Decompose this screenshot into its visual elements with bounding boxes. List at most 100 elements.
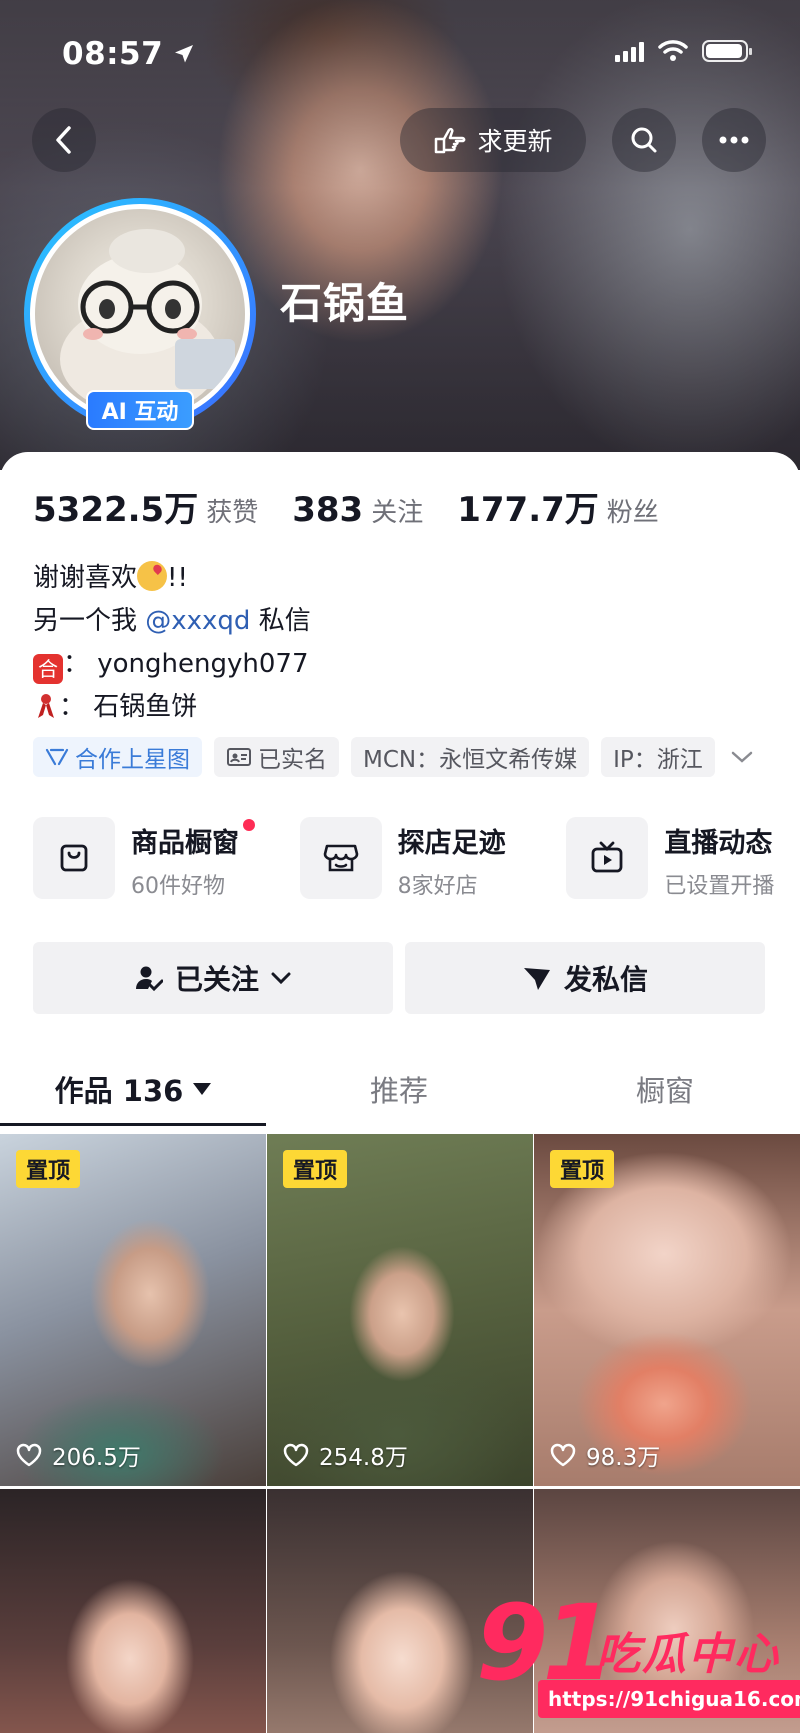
status-indicators <box>615 40 752 62</box>
profile-nickname: 石锅鱼 <box>280 279 410 328</box>
tab-showcase[interactable]: 橱窗 <box>532 1052 798 1126</box>
tab-works[interactable]: 作品 136 <box>0 1052 266 1126</box>
ip-location-tag: IP：浙江 <box>601 737 715 777</box>
store-visit-entry[interactable]: 探店足迹 8家好店 <box>299 817 567 900</box>
tab-works-label: 作品 136 <box>54 1074 184 1108</box>
expand-tags-button[interactable] <box>727 742 757 772</box>
service-text: 直播动态 已设置开播 <box>664 817 774 900</box>
store-visit-title: 探店足迹 <box>397 828 506 859</box>
location-arrow-icon <box>175 45 193 63</box>
followed-button[interactable]: 已关注 <box>33 942 393 1014</box>
profile-tags: 合作上星图 已实名 MCN：永恒文希传媒 IP：浙江 <box>33 737 757 777</box>
ai-interaction-badge[interactable]: AI 互动 <box>86 390 194 430</box>
service-text: 探店足迹 8家好店 <box>398 817 506 900</box>
signal-icon <box>615 40 644 62</box>
bio-line: 另一个我 @xxxqd 私信 <box>33 600 311 643</box>
shop-window-title-text: 商品橱窗 <box>131 828 239 859</box>
bag-icon <box>60 844 88 872</box>
live-activity-entry[interactable]: 直播动态 已设置开播 <box>566 817 800 900</box>
search-icon <box>631 127 657 153</box>
service-icon-box <box>566 817 649 899</box>
following-label[interactable]: 关注 <box>371 492 423 529</box>
caret-down-icon <box>193 1083 212 1095</box>
watermark-text: 吃瓜中心 <box>596 1629 780 1680</box>
bio-line: 合： yonghengyh077 <box>33 643 311 686</box>
avatar-illustration <box>60 229 235 414</box>
video-thumbnail[interactable]: 置顶 206.5万 <box>0 1134 266 1486</box>
verified-label: 已实名 <box>258 747 327 773</box>
shop-window-subtitle: 60件好物 <box>131 874 225 899</box>
video-likes: 206.5万 <box>16 1438 141 1472</box>
bio-line2-prefix: 另一个我 <box>33 606 146 636</box>
tab-showcase-label: 橱窗 <box>635 1074 694 1108</box>
video-likes-count: 206.5万 <box>52 1445 141 1471</box>
profile-stats: 5322.5万 获赞 383 关注 177.7万 粉丝 <box>33 482 693 531</box>
watermark-url: https://91chigua16.com <box>538 1680 800 1718</box>
followers-label[interactable]: 粉丝 <box>607 492 659 529</box>
more-dots-icon <box>719 136 749 144</box>
search-button[interactable] <box>612 108 676 172</box>
video-thumbnail[interactable]: 置顶 254.8万 <box>267 1134 533 1486</box>
ribbon-emoji-icon <box>33 691 59 721</box>
request-update-label: 求更新 <box>477 127 553 156</box>
send-icon <box>523 968 550 990</box>
ip-label: IP：浙江 <box>613 747 703 773</box>
profile-card: 5322.5万 获赞 383 关注 177.7万 粉丝 谢谢喜欢!! 另一个我 … <box>0 452 800 1733</box>
tab-recommend-label: 推荐 <box>369 1074 428 1108</box>
star-map-tag[interactable]: 合作上星图 <box>33 737 202 777</box>
chevron-down-icon <box>271 972 291 985</box>
mcn-tag[interactable]: MCN：永恒文希传媒 <box>351 737 590 777</box>
notification-dot <box>243 819 255 831</box>
mention-link[interactable]: @xxxqd <box>145 606 250 636</box>
shop-window-title: 商品橱窗 <box>131 819 255 860</box>
bio-line3-text: ： yonghengyh077 <box>63 649 309 679</box>
pinned-badge: 置顶 <box>16 1150 81 1188</box>
wifi-icon <box>658 40 688 61</box>
mcn-label: MCN：永恒文希传媒 <box>363 747 578 773</box>
chevron-down-icon <box>731 751 753 763</box>
chevron-left-icon <box>56 126 71 154</box>
site-watermark: 91 吃瓜中心 https://91chigua16.com <box>476 1588 800 1728</box>
likes-label: 获赞 <box>206 498 259 528</box>
pinned-badge: 置顶 <box>550 1150 615 1188</box>
status-time: 08:57 <box>62 36 164 72</box>
heart-icon <box>283 1443 309 1467</box>
user-check-icon <box>135 966 163 992</box>
profile-bio: 谢谢喜欢!! 另一个我 @xxxqd 私信 合： yonghengyh077 ：… <box>33 557 311 729</box>
service-icon-box <box>299 817 382 899</box>
heart-icon <box>16 1443 42 1467</box>
profile-actions: 已关注 发私信 <box>33 942 765 1014</box>
followed-label: 已关注 <box>174 963 259 996</box>
shop-window-entry[interactable]: 商品橱窗 60件好物 <box>33 817 300 900</box>
pinned-badge: 置顶 <box>283 1150 348 1188</box>
live-activity-title: 直播动态 <box>664 828 773 859</box>
likes-count: 5322.5万 <box>33 490 199 530</box>
tab-recommend[interactable]: 推荐 <box>266 1052 532 1126</box>
send-message-button[interactable]: 发私信 <box>405 942 765 1014</box>
id-card-icon <box>227 748 251 766</box>
send-message-label: 发私信 <box>563 963 648 996</box>
star-map-icon <box>45 748 69 766</box>
live-activity-subtitle: 已设置开播 <box>664 874 775 899</box>
store-visit-subtitle: 8家好店 <box>397 874 478 899</box>
bio-line2-suffix: 私信 <box>250 606 311 636</box>
star-map-label: 合作上星图 <box>75 747 190 773</box>
battery-icon <box>702 40 752 62</box>
video-likes-count: 254.8万 <box>319 1445 408 1471</box>
store-icon <box>323 844 358 872</box>
service-entries: 商品橱窗 60件好物 探店足迹 8家好店 直播动态 已设置开播 <box>33 817 800 900</box>
video-thumbnail[interactable]: 置顶 98.3万 <box>534 1134 800 1486</box>
verified-tag[interactable]: 已实名 <box>214 737 339 777</box>
back-button[interactable] <box>32 108 96 172</box>
status-bar: 08:57 <box>0 30 800 80</box>
kiss-emoji-icon <box>137 561 168 591</box>
video-likes-count: 98.3万 <box>586 1445 661 1471</box>
bio-line: ： 石锅鱼饼 <box>33 686 311 729</box>
service-text: 商品橱窗 60件好物 <box>131 817 255 900</box>
video-thumbnail[interactable] <box>0 1489 266 1733</box>
followers-count[interactable]: 177.7万 <box>457 482 599 531</box>
more-button[interactable] <box>702 108 766 172</box>
following-count[interactable]: 383 <box>292 490 363 530</box>
request-update-button[interactable]: 求更新 <box>400 108 586 172</box>
bio-line4-text: ： 石锅鱼饼 <box>59 692 198 722</box>
